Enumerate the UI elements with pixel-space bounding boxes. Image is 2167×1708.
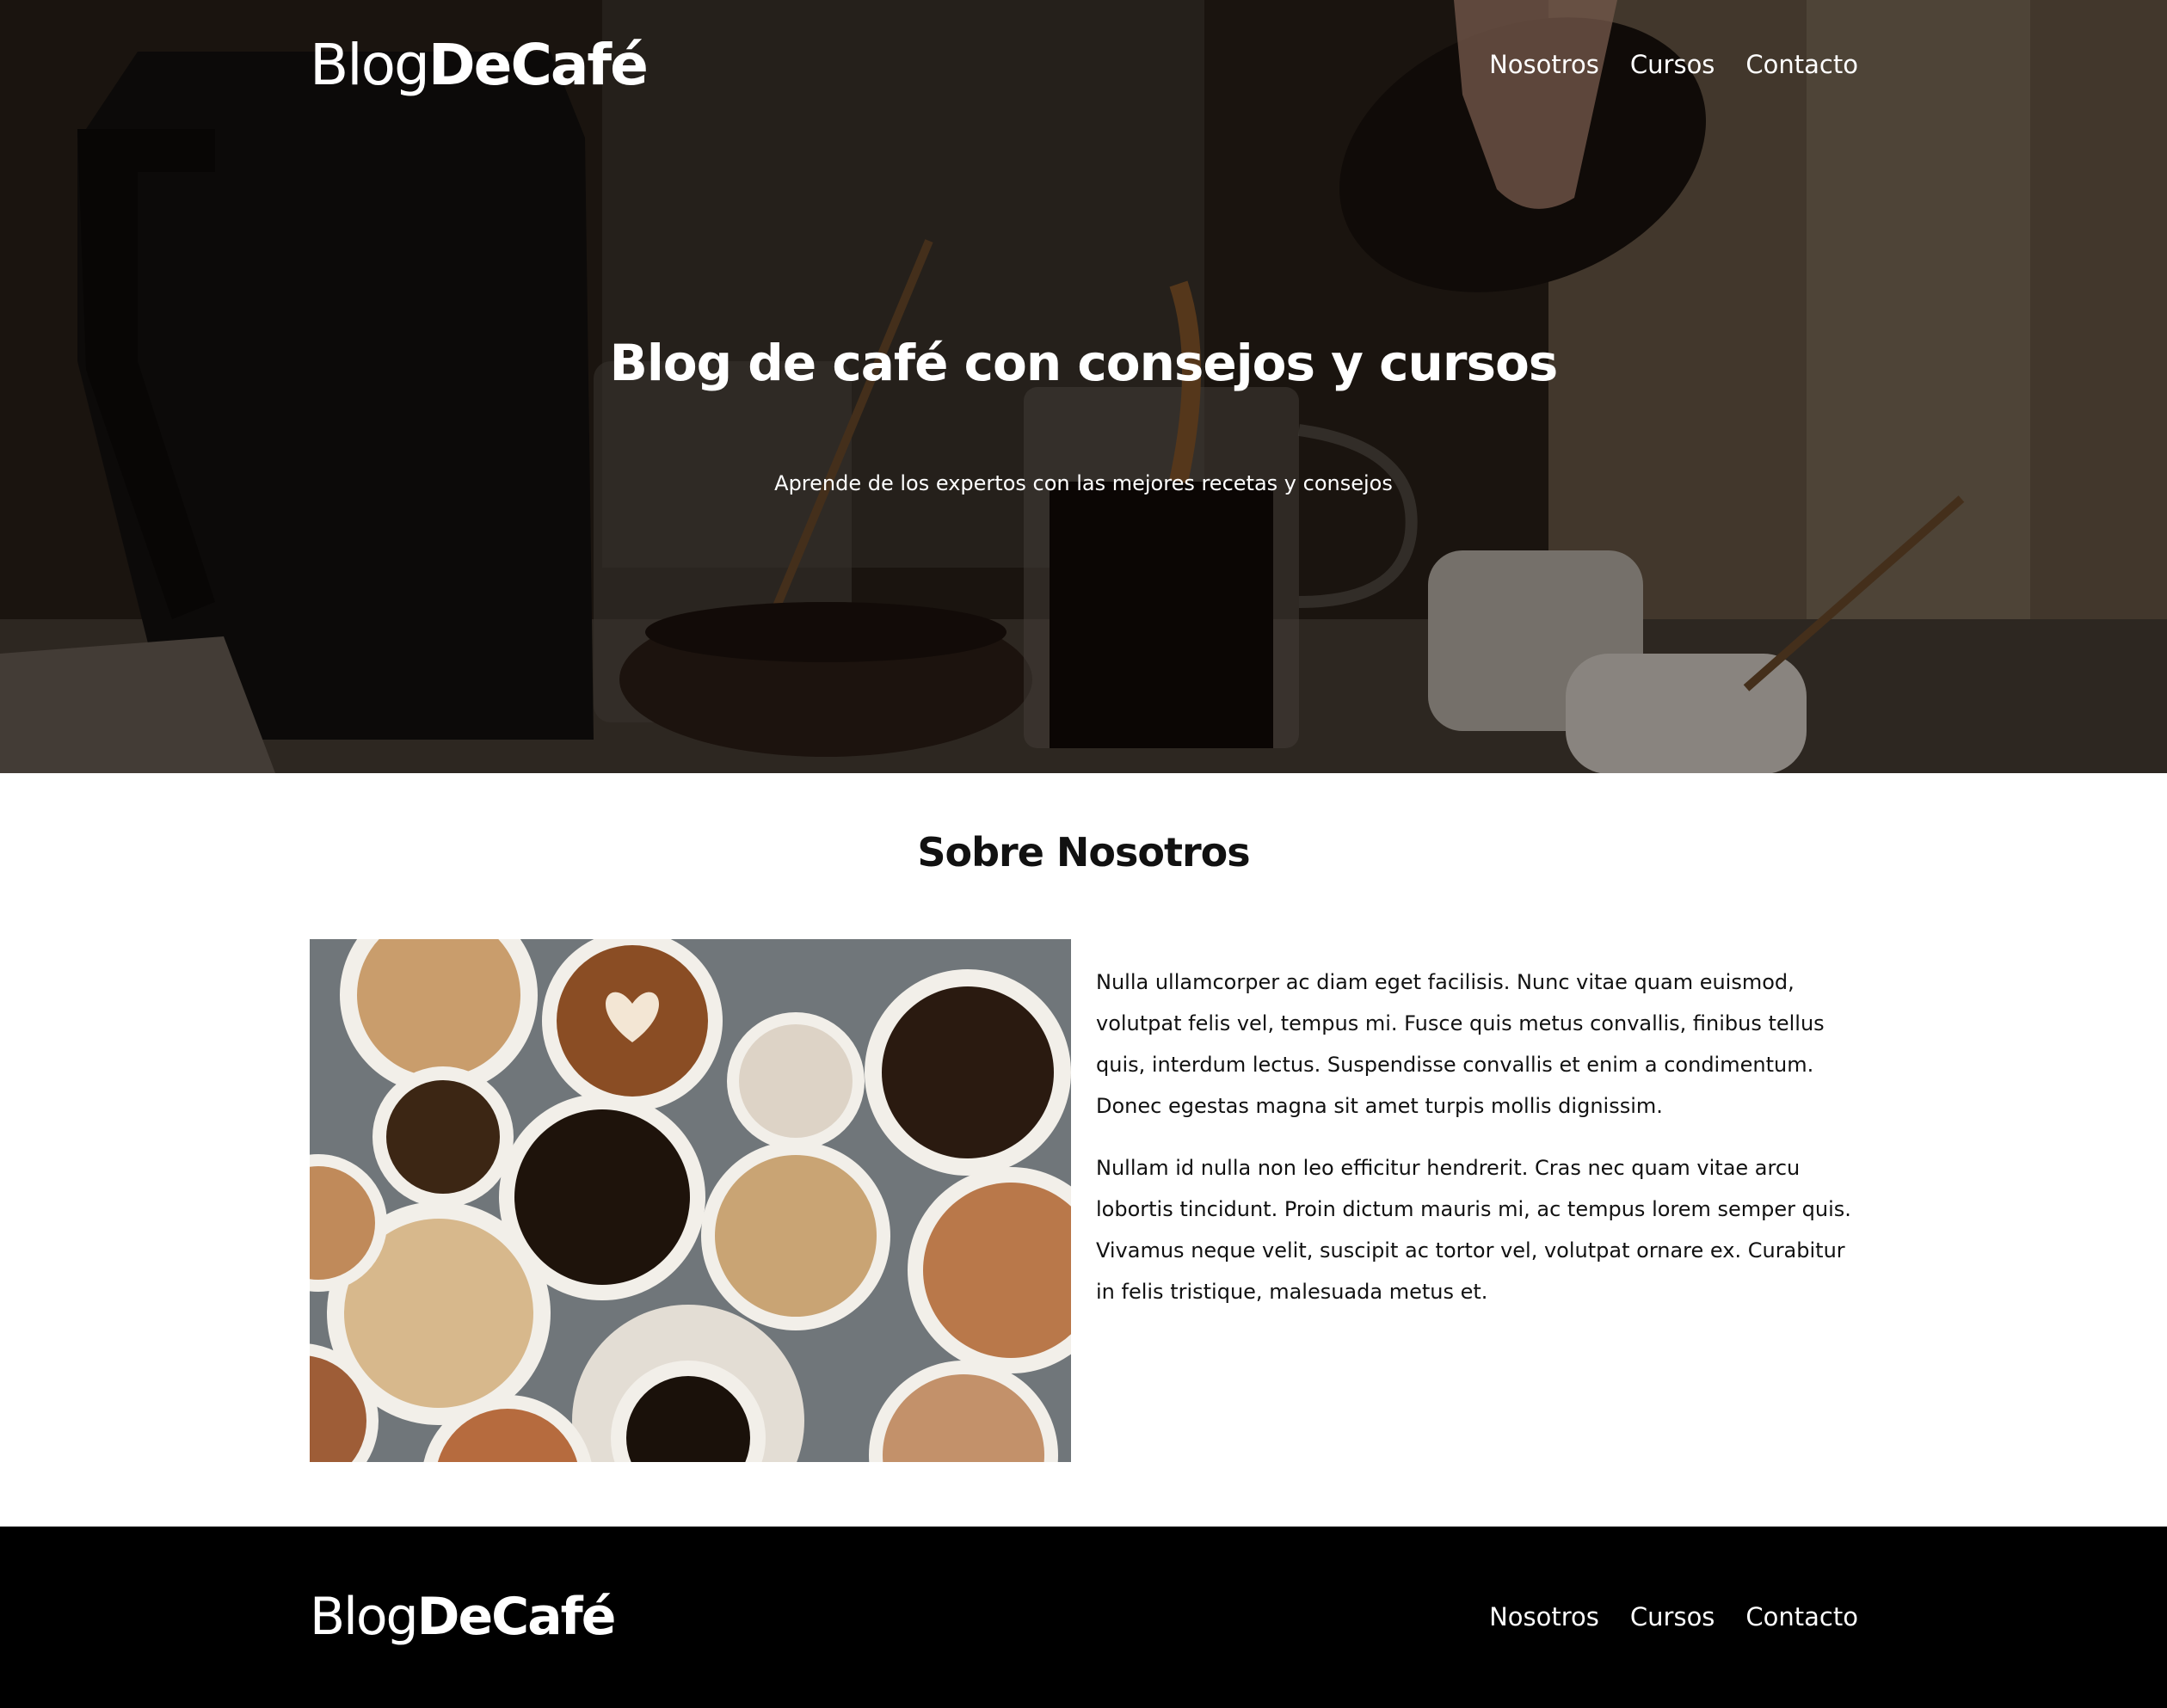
header-logo[interactable]: BlogDeCafé [310,31,649,98]
footer: BlogDeCafé Nosotros Cursos Contacto [0,1527,2167,1708]
header-logo-light: Blog [310,31,430,98]
coffee-cup-shapes [310,939,1071,1462]
footer-link-nosotros[interactable]: Nosotros [1489,1602,1599,1631]
header-logo-bold: DeCafé [428,31,649,98]
nav-link-nosotros[interactable]: Nosotros [1489,50,1599,79]
footer-logo-bold: DeCafé [416,1587,617,1647]
footer-link-cursos[interactable]: Cursos [1630,1602,1715,1631]
hero-subtitle: Aprende de los expertos con las mejores … [774,471,1393,495]
about-title: Sobre Nosotros [917,829,1250,876]
hero-section: BlogDeCafé Nosotros Cursos Contacto Blog… [0,0,2167,773]
footer-logo[interactable]: BlogDeCafé [310,1587,617,1647]
footer-nav: Nosotros Cursos Contacto [1489,1602,1858,1631]
footer-navbar: BlogDeCafé Nosotros Cursos Contacto [310,1578,1858,1656]
footer-link-contacto[interactable]: Contacto [1745,1602,1858,1631]
nav-link-contacto[interactable]: Contacto [1745,50,1858,79]
header-nav: Nosotros Cursos Contacto [1489,50,1858,79]
footer-logo-light: Blog [310,1587,419,1647]
about-text: Nulla ullamcorper ac diam eget facilisis… [1096,962,1866,1333]
hero-title: Blog de café con consejos y cursos [609,334,1559,392]
about-paragraph-1: Nulla ullamcorper ac diam eget facilisis… [1096,970,1825,1118]
about-paragraph-2: Nullam id nulla non leo efficitur hendre… [1096,1156,1851,1304]
about-coffee-cups-image [310,939,1071,1462]
top-navbar: BlogDeCafé Nosotros Cursos Contacto [310,26,1858,103]
nav-link-cursos[interactable]: Cursos [1630,50,1715,79]
